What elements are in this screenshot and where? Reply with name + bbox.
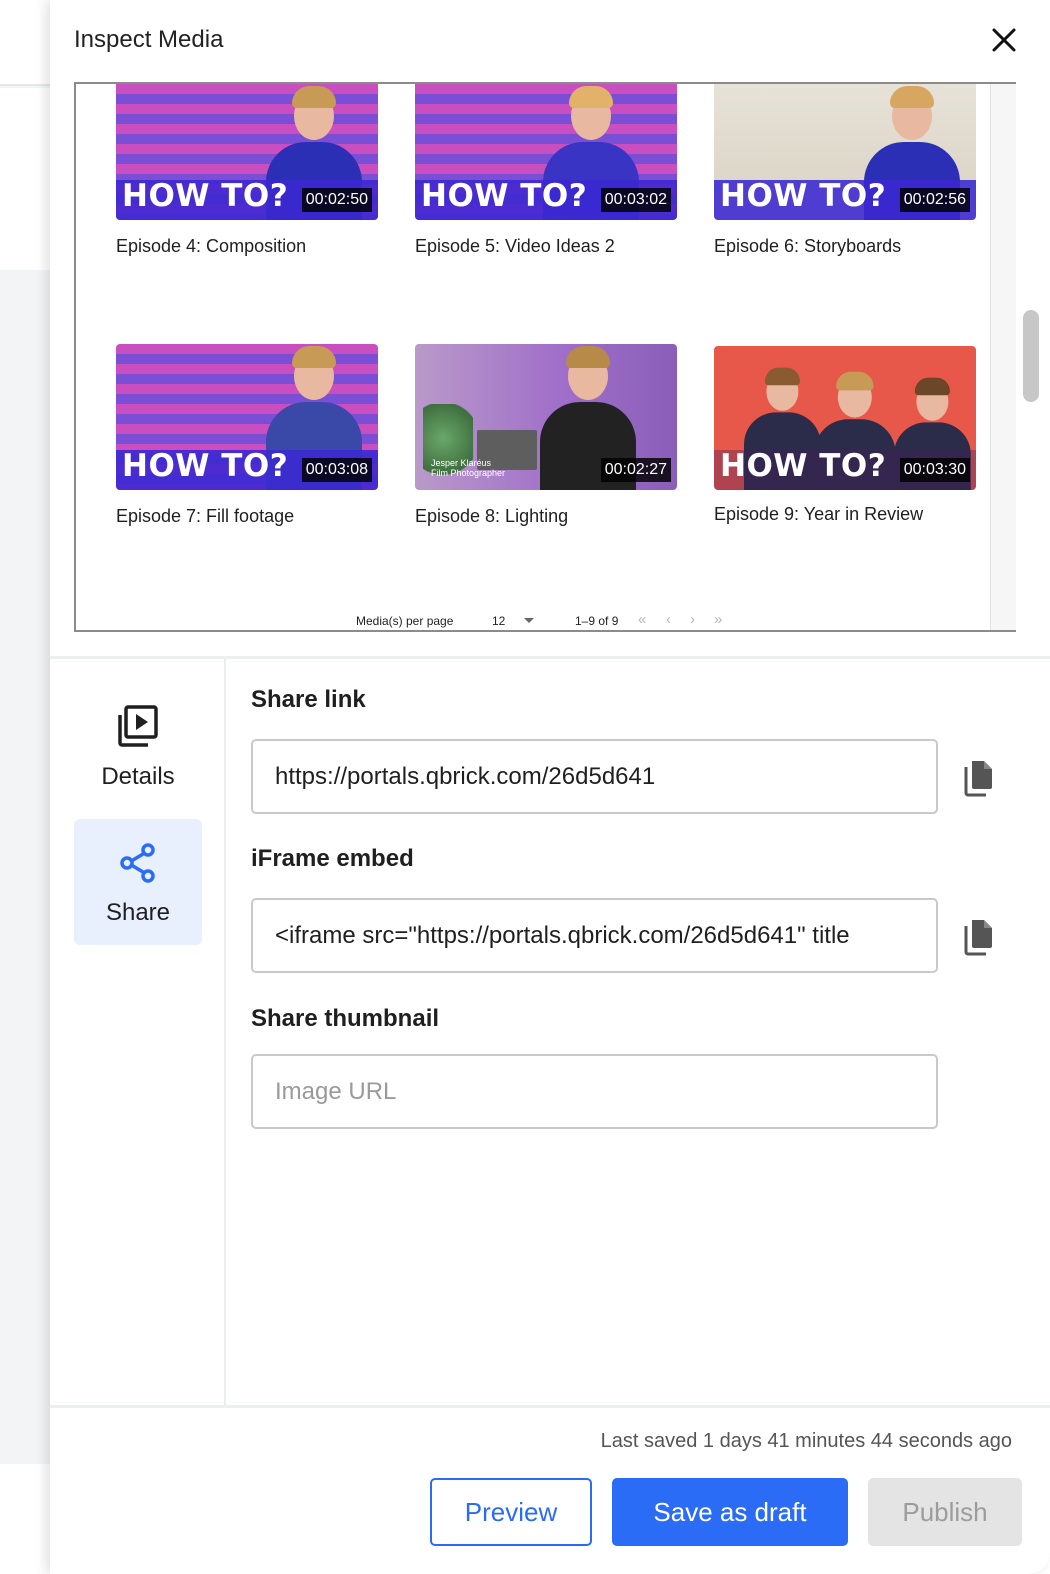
drawer-title: Inspect Media (74, 26, 224, 53)
thumbnail-overlay-text: HOW TO? (421, 178, 588, 214)
nav-item-details[interactable]: Details (74, 683, 202, 809)
last-page-button[interactable]: » (714, 611, 722, 628)
next-page-button[interactable]: › (690, 611, 695, 628)
publish-button[interactable]: Publish (868, 1478, 1022, 1546)
media-card[interactable]: HOW TO? 00:02:56 Episode 6: Storyboards (714, 84, 976, 257)
media-title[interactable]: Episode 8: Lighting (415, 506, 677, 527)
media-title[interactable]: Episode 7: Fill footage (116, 506, 378, 527)
media-thumbnail[interactable]: HOW TO? 00:02:50 (116, 84, 378, 220)
thumbnail-overlay-text: HOW TO? (122, 178, 289, 214)
media-scrollbar-track[interactable] (990, 84, 1016, 630)
media-thumbnail[interactable]: Jesper Klaréus Film Photographer 00:02:2… (415, 344, 677, 490)
per-page-label: Media(s) per page (356, 614, 454, 628)
preview-button[interactable]: Preview (430, 1478, 592, 1546)
media-grid-panel: HOW TO? 00:02:50 Episode 4: Composition … (74, 82, 1016, 632)
media-card[interactable]: HOW TO? 00:03:30 Episode 9: Year in Revi… (714, 346, 976, 525)
thumbnail-overlay-text: HOW TO? (720, 178, 887, 214)
duration-badge: 00:02:56 (899, 188, 970, 212)
media-card[interactable]: HOW TO? 00:02:50 Episode 4: Composition (116, 84, 378, 257)
duration-badge: 00:03:02 (600, 188, 671, 212)
caret-down-icon[interactable] (524, 618, 534, 623)
share-thumbnail-label: Share thumbnail (251, 1005, 440, 1032)
share-icon (120, 843, 155, 883)
nav-item-label: Share (105, 899, 171, 926)
iframe-embed-field[interactable]: <iframe src="https://portals.qbrick.com/… (251, 898, 938, 973)
copy-icon (964, 920, 992, 956)
copy-share-link-button[interactable] (962, 759, 996, 797)
thumbnail-overlay-text: HOW TO? (720, 448, 887, 484)
media-title[interactable]: Episode 5: Video Ideas 2 (415, 236, 677, 257)
per-page-select[interactable]: 12 (492, 614, 505, 628)
background-footer (0, 1464, 50, 1574)
previous-page-button[interactable]: ‹ (666, 611, 671, 628)
nav-item-share[interactable]: Share (74, 819, 202, 945)
background-page (0, 0, 50, 1574)
iframe-embed-label: iFrame embed (251, 845, 414, 872)
close-button[interactable] (988, 24, 1020, 56)
copy-iframe-embed-button[interactable] (962, 918, 996, 956)
duration-badge: 00:02:50 (301, 188, 372, 212)
duration-badge: 00:03:30 (899, 458, 970, 482)
share-thumbnail-input[interactable]: Image URL (251, 1054, 938, 1129)
media-scrollbar-thumb[interactable] (1023, 310, 1039, 402)
copy-icon (964, 761, 992, 797)
media-thumbnail[interactable]: HOW TO? 00:03:08 (116, 344, 378, 490)
media-card[interactable]: Jesper Klaréus Film Photographer 00:02:2… (415, 344, 677, 527)
page-range: 1–9 of 9 (575, 614, 619, 628)
share-link-field[interactable]: https://portals.qbrick.com/26d5d641 (251, 739, 938, 814)
media-thumbnail[interactable]: HOW TO? 00:03:02 (415, 84, 677, 220)
close-icon (992, 28, 1016, 52)
inspect-media-drawer: Inspect Media HOW TO? 00:02:50 Episode 4… (50, 0, 1050, 1574)
credit-role: Film Photographer (431, 468, 506, 478)
media-title[interactable]: Episode 6: Storyboards (714, 236, 976, 257)
share-link-label: Share link (251, 686, 366, 713)
duration-badge: 00:02:27 (600, 458, 671, 482)
credit-name: Jesper Klaréus (431, 458, 492, 468)
nav-item-label: Details (101, 763, 175, 790)
credit-text: Jesper Klaréus Film Photographer (431, 458, 505, 478)
media-card[interactable]: HOW TO? 00:03:02 Episode 5: Video Ideas … (415, 84, 677, 257)
video-library-icon (118, 705, 158, 747)
background-header (0, 0, 50, 86)
background-panel (0, 88, 50, 270)
drawer-header: Inspect Media (50, 0, 1050, 80)
media-thumbnail[interactable]: HOW TO? 00:02:56 (714, 84, 976, 220)
pagination-bar: Media(s) per page 12 1–9 of 9 « ‹ › » (76, 610, 1014, 630)
media-card[interactable]: HOW TO? 00:03:08 Episode 7: Fill footage (116, 344, 378, 527)
duration-badge: 00:03:08 (301, 458, 372, 482)
thumbnail-overlay-text: HOW TO? (122, 448, 289, 484)
first-page-button[interactable]: « (638, 611, 646, 628)
drawer-footer: Last saved 1 days 41 minutes 44 seconds … (50, 1405, 1050, 1574)
media-thumbnail[interactable]: HOW TO? 00:03:30 (714, 346, 976, 490)
save-as-draft-button[interactable]: Save as draft (612, 1478, 848, 1546)
media-title[interactable]: Episode 9: Year in Review (714, 504, 976, 525)
media-title[interactable]: Episode 4: Composition (116, 236, 378, 257)
last-saved-text: Last saved 1 days 41 minutes 44 seconds … (600, 1430, 1012, 1452)
side-nav: Details Share (50, 659, 226, 1405)
